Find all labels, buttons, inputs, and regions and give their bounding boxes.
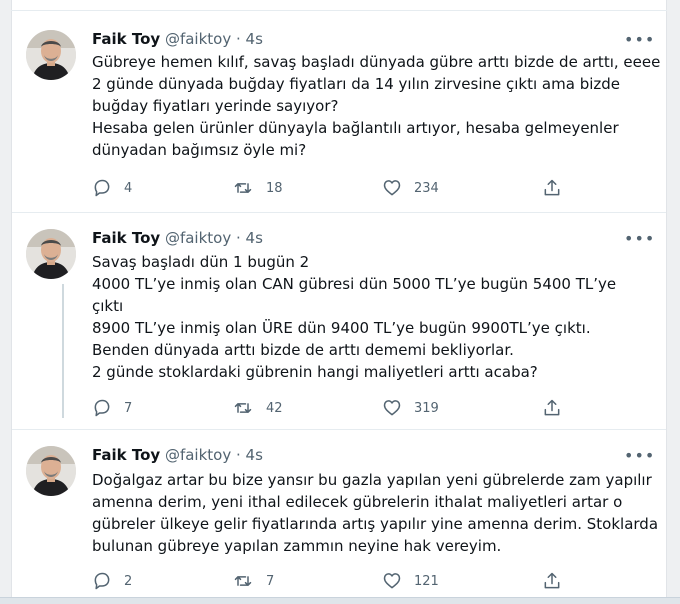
author-name[interactable]: Faik Toy xyxy=(92,446,160,464)
avatar[interactable] xyxy=(26,229,76,279)
heart-icon xyxy=(383,180,401,196)
retweet-count: 42 xyxy=(266,400,283,416)
author-name[interactable]: Faik Toy xyxy=(92,229,160,247)
retweet-count: 7 xyxy=(266,573,275,589)
tweet-text-line: amenna derim, yeni ithal edilecek gübrel… xyxy=(92,493,623,511)
tweet-header: Faik Toy @faiktoy · 4s xyxy=(92,30,263,48)
tweet-text-line: gübreler ülkeye gelir fiyatlarında artış… xyxy=(92,515,659,533)
tweet-text-line: 4000 TL’ye inmiş olan CAN gübresi dün 50… xyxy=(92,275,617,293)
avatar[interactable] xyxy=(26,30,76,80)
window-bottom-edge xyxy=(0,597,680,604)
window-right-edge xyxy=(666,0,680,604)
share-button[interactable] xyxy=(542,177,562,199)
window-left-edge xyxy=(0,0,12,604)
tweet-text-line: 2 günde stoklardaki gübrenin hangi maliy… xyxy=(92,363,538,381)
reply-icon xyxy=(94,572,110,590)
tweet-actions: 7 42 319 xyxy=(92,397,592,419)
top-divider xyxy=(11,0,667,11)
share-button[interactable] xyxy=(542,397,562,419)
tweet-text: Savaş başladı dün 1 bugün 2 4000 TL’ye i… xyxy=(92,251,652,383)
share-icon xyxy=(544,179,560,196)
like-button[interactable]: 121 xyxy=(382,570,439,592)
avatar[interactable] xyxy=(26,446,76,496)
retweet-count: 18 xyxy=(266,180,283,196)
reply-button[interactable]: 4 xyxy=(92,177,132,199)
like-count: 121 xyxy=(414,573,439,589)
like-count: 319 xyxy=(414,400,439,416)
tweet-actions: 2 7 121 xyxy=(92,570,592,592)
reply-count: 7 xyxy=(124,400,133,416)
like-button[interactable]: 319 xyxy=(382,397,439,419)
heart-icon xyxy=(383,573,401,589)
retweet-button[interactable]: 18 xyxy=(232,177,283,199)
reply-button[interactable]: 2 xyxy=(92,570,132,592)
tweet-text-line: Benden dünyada arttı bizde de arttı deme… xyxy=(92,341,514,359)
retweet-icon xyxy=(234,183,252,193)
heart-icon xyxy=(383,400,401,416)
more-dots-icon[interactable]: ••• xyxy=(624,448,654,466)
timestamp[interactable]: · 4s xyxy=(236,229,263,247)
author-handle[interactable]: @faiktoy xyxy=(165,446,231,464)
author-handle[interactable]: @faiktoy xyxy=(165,30,231,48)
tweet-actions: 4 18 234 xyxy=(92,177,592,199)
like-count: 234 xyxy=(414,180,439,196)
author-handle[interactable]: @faiktoy xyxy=(165,229,231,247)
share-icon xyxy=(544,399,560,416)
share-button[interactable] xyxy=(542,570,562,592)
like-button[interactable]: 234 xyxy=(382,177,439,199)
tweet-text: Gübreye hemen kılıf, savaş başladı dünya… xyxy=(92,51,661,161)
tweet-text: Doğalgaz artar bu bize yansır bu gazla y… xyxy=(92,469,659,557)
retweet-button[interactable]: 7 xyxy=(232,570,274,592)
timestamp[interactable]: · 4s xyxy=(236,30,263,48)
more-dots-icon[interactable]: ••• xyxy=(624,32,654,50)
author-name[interactable]: Faik Toy xyxy=(92,30,160,48)
tweet-text-line: Hesaba gelen ürünler dünyayla bağlantılı… xyxy=(92,119,619,137)
more-dots-icon[interactable]: ••• xyxy=(624,231,654,249)
tweet-text-line: 8900 TL’ye inmiş olan ÜRE dün 9400 TL’ye… xyxy=(92,319,591,337)
tweet-text-line: dünyadan bağımsız öyle mi? xyxy=(92,141,307,159)
tweet-header: Faik Toy @faiktoy · 4s xyxy=(92,446,263,464)
reply-button[interactable]: 7 xyxy=(92,397,132,419)
retweet-button[interactable]: 42 xyxy=(232,397,283,419)
thread-connector xyxy=(62,284,64,418)
tweet-text-line: Savaş başladı dün 1 bugün 2 xyxy=(92,253,310,271)
tweet-header: Faik Toy @faiktoy · 4s xyxy=(92,229,263,247)
share-icon xyxy=(544,572,560,589)
reply-count: 4 xyxy=(124,180,133,196)
tweet-text-line: 2 günde dünyada buğday fiyatları da 14 y… xyxy=(92,75,621,93)
reply-icon xyxy=(94,179,110,197)
reply-icon xyxy=(94,399,110,417)
timestamp[interactable]: · 4s xyxy=(236,446,263,464)
retweet-icon xyxy=(234,403,252,413)
tweet-text-line: buğday fiyatları yerinde sayıyor? xyxy=(92,97,339,115)
tweet[interactable]: Faik Toy @faiktoy · 4s ••• Savaş başladı… xyxy=(12,212,666,430)
reply-count: 2 xyxy=(124,573,133,589)
tweet[interactable]: Faik Toy @faiktoy · 4s ••• Doğalgaz arta… xyxy=(12,429,666,597)
tweet-text-line: Gübreye hemen kılıf, savaş başladı dünya… xyxy=(92,53,661,71)
tweet-text-line: Doğalgaz artar bu bize yansır bu gazla y… xyxy=(92,471,652,489)
tweet[interactable]: Faik Toy @faiktoy · 4s ••• Gübreye hemen… xyxy=(12,11,666,213)
tweet-text-line: çıktı xyxy=(92,297,124,315)
tweet-text-line: bulunan gübreye yapılan zammın neyine ha… xyxy=(92,537,502,555)
retweet-icon xyxy=(234,576,252,586)
